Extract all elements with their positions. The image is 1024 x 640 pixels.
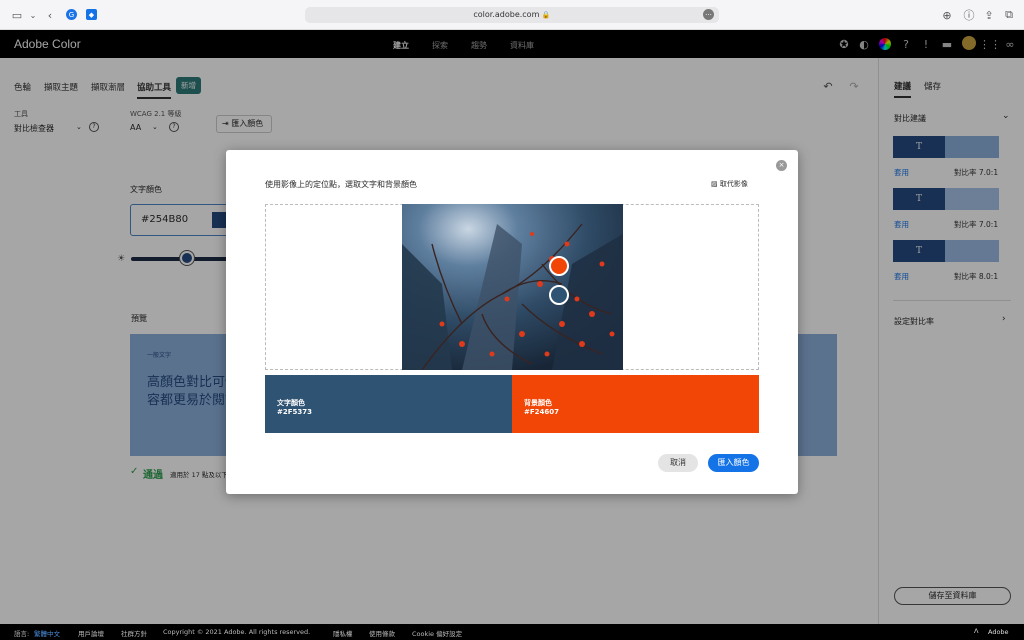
- text-color-swatch-hex: #2F5373: [277, 408, 312, 416]
- bg-color-swatch-label: 背景顏色: [524, 399, 552, 407]
- text-color-swatch: 文字顏色 #2F5373: [265, 375, 512, 433]
- import-colors-button[interactable]: 匯入顏色: [708, 454, 759, 472]
- tabs-icon[interactable]: ⧉: [1002, 8, 1016, 22]
- source-image: [402, 204, 623, 370]
- footer-link-forum[interactable]: 用戶論壇: [78, 628, 104, 638]
- download-icon[interactable]: ⊕: [940, 8, 954, 22]
- bg-color-picker-handle[interactable]: [549, 256, 569, 276]
- bg-color-swatch-hex: #F24607: [524, 408, 559, 416]
- image-picker-modal: × 使用影像上的定位點，選取文字和背景顏色 ▨ 取代影像 文字顏色 #2F537…: [226, 150, 798, 494]
- chevron-down-icon[interactable]: ⌄: [28, 8, 38, 22]
- image-icon: ▨: [711, 180, 718, 188]
- close-icon[interactable]: ×: [776, 160, 787, 171]
- sidebar-toggle-icon[interactable]: ▭: [10, 8, 24, 22]
- modal-instruction: 使用影像上的定位點，選取文字和背景顏色: [265, 180, 417, 189]
- footer-link-cookies[interactable]: Cookie 偏好設定: [412, 628, 462, 638]
- url-bar[interactable]: color.adobe.com 🔒: [305, 7, 719, 23]
- bg-color-swatch: 背景顏色 #F24607: [512, 375, 759, 433]
- extension-icon[interactable]: G: [66, 9, 77, 20]
- language-label: 語言:: [14, 630, 30, 638]
- text-color-swatch-label: 文字顏色: [277, 399, 305, 407]
- footer-link-guidelines[interactable]: 社群方針: [121, 628, 147, 638]
- text-color-picker-handle[interactable]: [549, 285, 569, 305]
- url-text: color.adobe.com: [473, 10, 540, 19]
- footer-copyright: Copyright © 2021 Adobe. All rights reser…: [163, 628, 311, 636]
- footer-link-terms[interactable]: 使用條款: [369, 628, 395, 638]
- replace-image-button[interactable]: ▨ 取代影像: [711, 179, 748, 189]
- info-icon[interactable]: ⓘ: [962, 8, 976, 22]
- cancel-button[interactable]: 取消: [658, 454, 698, 472]
- footer-link-privacy[interactable]: 隱私權: [333, 628, 353, 638]
- browser-toolbar: ▭ ⌄ ‹ G ◆ color.adobe.com 🔒 ··· ⊕ ⓘ ⇪ ⧉: [0, 0, 1024, 30]
- language-link[interactable]: 繁體中文: [34, 628, 60, 638]
- footer: 語言: 繁體中文 用戶論壇 社群方針 Copyright © 2021 Adob…: [0, 624, 1024, 640]
- more-icon[interactable]: ···: [703, 9, 714, 20]
- adobe-logo-icon: Λ: [974, 627, 979, 635]
- shield-icon[interactable]: ◆: [86, 9, 97, 20]
- share-icon[interactable]: ⇪: [982, 8, 996, 22]
- back-icon[interactable]: ‹: [44, 8, 56, 22]
- adobe-label: Adobe: [988, 628, 1009, 636]
